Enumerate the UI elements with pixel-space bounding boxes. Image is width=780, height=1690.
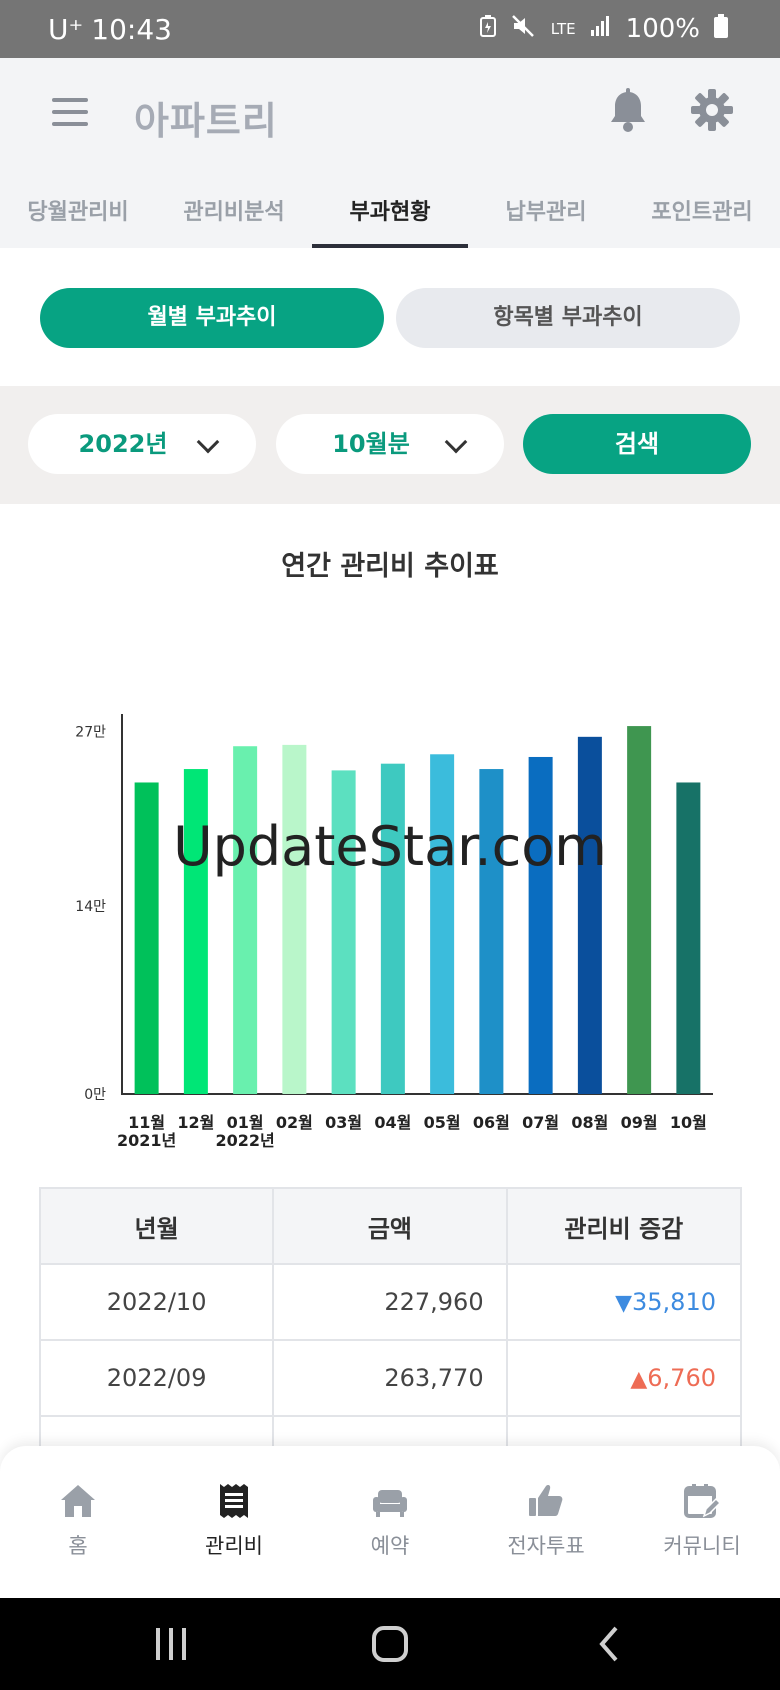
x-tick-label: 05월 [424, 1113, 461, 1132]
mute-icon [511, 14, 537, 45]
monthly-trend-button[interactable]: 월별 부과추이 [40, 288, 384, 348]
table-header-row: 년월 금액 관리비 증감 [38, 1187, 743, 1265]
tab-bar: 당월관리비 관리비분석 부과현황 납부관리 포인트관리 [0, 188, 780, 248]
year-select-value: 2022년 [78, 430, 168, 458]
bar[interactable] [676, 782, 701, 1094]
recent-apps-icon[interactable] [156, 1628, 186, 1660]
nav-fee[interactable]: 관리비 [156, 1482, 312, 1560]
y-tick-label: 0만 [84, 1087, 106, 1103]
nav-evote[interactable]: 전자투표 [468, 1482, 624, 1560]
x-year-label: 2022년 [215, 1131, 274, 1150]
up-arrow-icon: ▲ [630, 1367, 648, 1392]
notification-bell-icon[interactable] [606, 88, 650, 134]
status-right: LTE 100% [479, 13, 728, 45]
bar[interactable] [183, 769, 208, 1094]
app-logo: 아파트리 [134, 99, 278, 143]
battery-saver-icon [479, 14, 497, 45]
col-header-year-month: 년월 [38, 1187, 275, 1265]
row-change: ▼35,810 [505, 1263, 743, 1341]
bar[interactable] [430, 754, 455, 1094]
nav-community[interactable]: 커뮤니티 [624, 1482, 780, 1560]
tab-points[interactable]: 포인트관리 [624, 188, 780, 248]
nav-home[interactable]: 홈 [0, 1482, 156, 1560]
bar[interactable] [134, 782, 159, 1094]
col-header-amount: 금액 [272, 1187, 508, 1265]
row-change-value: 35,810 [632, 1288, 716, 1316]
bar[interactable] [380, 763, 405, 1094]
row-change: ▲6,760 [505, 1339, 743, 1417]
receipt-icon [220, 1484, 248, 1518]
year-select[interactable]: 2022년 [28, 414, 256, 474]
tab-payment[interactable]: 납부관리 [468, 188, 624, 248]
menu-icon[interactable] [52, 98, 88, 128]
x-tick-label: 04월 [374, 1113, 411, 1132]
back-icon[interactable] [599, 1626, 618, 1662]
battery-percent: 100% [625, 14, 700, 44]
search-button[interactable]: 검색 [523, 414, 751, 474]
battery-icon [714, 13, 728, 45]
status-left: U⁺ 10:43 [48, 13, 172, 46]
settings-gear-icon[interactable] [690, 88, 734, 132]
nav-evote-label: 전자투표 [507, 1534, 585, 1558]
row-change-value: 6,760 [647, 1364, 716, 1392]
y-tick-label: 14만 [75, 899, 106, 915]
x-tick-label: 02월 [276, 1113, 313, 1132]
nav-home-label: 홈 [68, 1534, 88, 1558]
bar[interactable] [233, 746, 258, 1094]
status-bar: U⁺ 10:43 LTE 100% [0, 0, 780, 58]
x-tick-label: 03월 [325, 1113, 362, 1132]
bar[interactable] [627, 726, 652, 1094]
table-row: 2022/10 227,960 ▼35,810 [38, 1263, 743, 1341]
tab-monthly-fee[interactable]: 당월관리비 [0, 188, 156, 248]
x-tick-label: 12월 [177, 1113, 214, 1132]
thumbs-up-icon [529, 1485, 563, 1516]
tab-charge-status[interactable]: 부과현황 [312, 188, 468, 248]
system-nav-bar [0, 1598, 780, 1690]
table-row: 2022/09 263,770 ▲6,760 [38, 1339, 743, 1417]
month-select[interactable]: 10월분 [276, 414, 504, 474]
home-icon [61, 1485, 95, 1517]
col-header-change: 관리비 증감 [505, 1187, 743, 1265]
annual-fee-bar-chart: 0만 14만 27만 11월2021년12월 01월2022년02월 03월 04월 05월 0… [75, 714, 713, 1150]
network-type: LTE [550, 19, 576, 38]
chart-axes [121, 714, 713, 1095]
nav-fee-label: 관리비 [205, 1534, 263, 1558]
x-tick-label: 06월 [473, 1113, 510, 1132]
item-trend-button[interactable]: 항목별 부과추이 [396, 288, 740, 348]
bar[interactable] [528, 756, 553, 1094]
bar[interactable] [479, 769, 504, 1094]
x-year-label: 2021년 [117, 1131, 176, 1150]
carrier-label: U⁺ [48, 12, 84, 46]
filter-row: 2022년 10월분 검색 [0, 386, 780, 504]
down-arrow-icon: ▼ [615, 1291, 633, 1316]
row-year-month: 2022/09 [38, 1339, 275, 1417]
tab-fee-analysis[interactable]: 관리비분석 [156, 188, 312, 248]
x-tick-label: 09월 [621, 1113, 658, 1132]
status-time: 10:43 [91, 12, 172, 46]
calendar-edit-icon [684, 1484, 722, 1518]
bottom-nav: 홈 관리비 예약 전자투표 커뮤니티 [0, 1446, 780, 1598]
y-tick-label: 27만 [75, 724, 106, 740]
signal-icon [590, 14, 612, 44]
bar[interactable] [577, 736, 602, 1094]
app-header: 아파트리 당월관리비 관리비분석 부과현황 납부관리 포인트관리 [0, 58, 780, 248]
x-tick-label: 07월 [522, 1113, 559, 1132]
nav-reservation-label: 예약 [370, 1534, 410, 1558]
home-button-icon[interactable] [372, 1626, 408, 1662]
x-tick-label: 11월 [128, 1113, 165, 1132]
row-amount: 263,770 [272, 1339, 508, 1417]
row-amount: 227,960 [272, 1263, 508, 1341]
sofa-icon [373, 1490, 407, 1517]
x-tick-label: 01월 [227, 1113, 264, 1132]
x-tick-label: 10월 [670, 1113, 707, 1132]
chart-title: 연간 관리비 추이표 [281, 551, 499, 582]
nav-reservation[interactable]: 예약 [312, 1482, 468, 1560]
bar[interactable] [331, 770, 356, 1094]
row-year-month: 2022/10 [38, 1263, 275, 1341]
bar[interactable] [282, 744, 307, 1094]
segment-row: 월별 부과추이 항목별 부과추이 [0, 248, 780, 386]
nav-community-label: 커뮤니티 [663, 1534, 741, 1558]
month-select-value: 10월분 [332, 430, 410, 458]
x-tick-label: 08월 [571, 1113, 608, 1132]
